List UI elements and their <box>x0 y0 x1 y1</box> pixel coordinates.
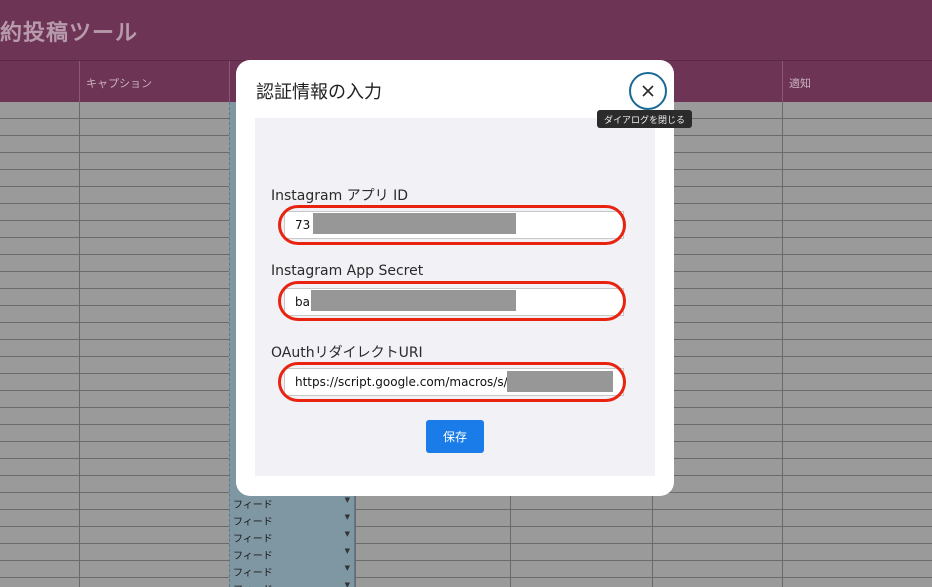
highlight-outline <box>278 362 626 402</box>
caret-down-icon: ▼ <box>344 564 350 572</box>
post-type-dropdown[interactable]: フィード ▼ <box>229 511 355 528</box>
grid-divider <box>79 102 80 587</box>
close-tooltip: ダイアログを閉じる <box>597 110 693 128</box>
app-id-label: Instagram アプリ ID <box>271 188 409 204</box>
post-type-dropdown[interactable]: フィード▼ <box>229 579 355 587</box>
column-header-caption[interactable]: キャプション <box>79 61 229 103</box>
post-type-value: フィード <box>233 517 273 528</box>
caret-down-icon: ▼ <box>344 581 350 587</box>
highlight-outline <box>278 205 626 245</box>
caret-down-icon: ▼ <box>344 496 350 504</box>
post-type-value: フィード <box>233 551 273 562</box>
table-row[interactable] <box>0 578 932 587</box>
save-button[interactable]: 保存 <box>426 420 484 453</box>
caret-down-icon: ▼ <box>344 513 350 521</box>
dialog-body: Instagram アプリ ID 73 Instagram App Secret… <box>255 118 655 476</box>
post-type-value: フィード <box>233 534 273 545</box>
caret-down-icon: ▼ <box>344 530 350 538</box>
close-icon <box>642 85 654 97</box>
post-type-dropdown[interactable]: フィード ▼ <box>229 528 355 545</box>
post-type-dropdown[interactable]: フィード ▼ <box>229 494 355 511</box>
close-dialog-button[interactable] <box>629 72 667 110</box>
table-row[interactable] <box>0 510 932 527</box>
column-header-notify[interactable]: 適知 <box>782 61 932 103</box>
grid-divider <box>782 102 783 587</box>
table-row[interactable] <box>0 544 932 561</box>
caret-down-icon: ▼ <box>344 547 350 555</box>
app-secret-label: Instagram App Secret <box>271 263 424 279</box>
redirect-uri-label: OAuthリダイレクトURI <box>271 345 423 361</box>
post-type-dropdown[interactable]: フィード ▼ <box>229 545 355 562</box>
sheet-title: 約投稿ツール <box>0 21 139 46</box>
table-row[interactable] <box>0 561 932 578</box>
dialog-title: 認証情報の入力 <box>256 82 382 103</box>
sheet-header: 約投稿ツール <box>0 0 932 60</box>
post-type-value: フィード <box>233 500 273 511</box>
highlight-outline <box>278 281 626 321</box>
post-type-dropdown[interactable]: フィード ▼ <box>229 562 355 579</box>
post-type-value: フィード <box>233 568 273 579</box>
table-row[interactable] <box>0 527 932 544</box>
